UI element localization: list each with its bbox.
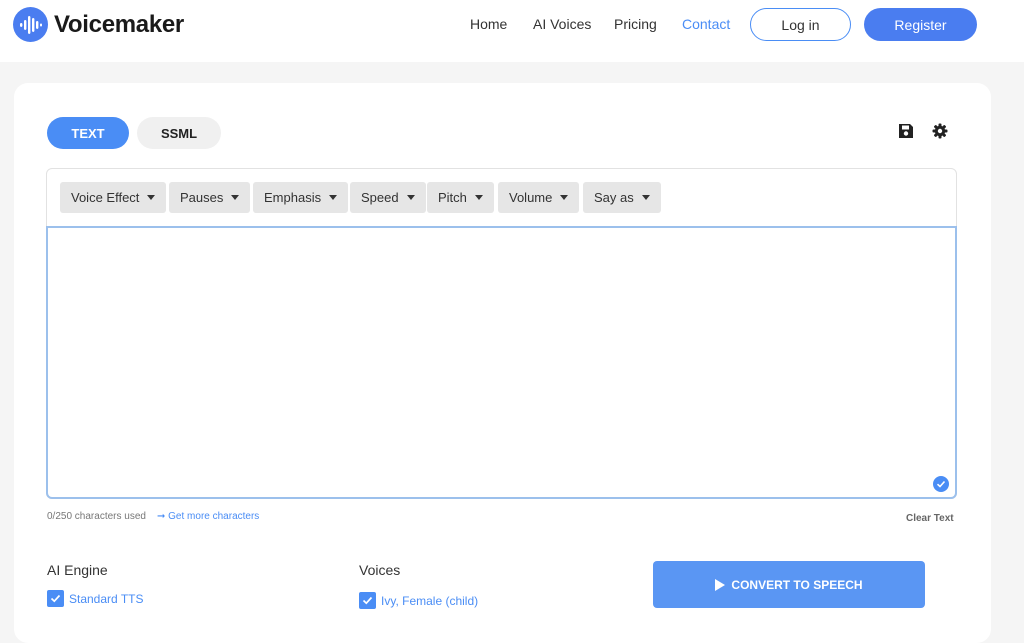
chevron-down-icon	[231, 195, 240, 200]
convert-label: CONVERT TO SPEECH	[731, 577, 863, 592]
character-count: 0/250 characters used	[47, 511, 146, 522]
nav-pricing[interactable]: Pricing	[614, 16, 657, 32]
volume-dropdown[interactable]: Volume	[498, 182, 580, 213]
logo[interactable]: Voicemaker	[13, 7, 184, 42]
pitch-dropdown[interactable]: Pitch	[427, 182, 494, 213]
say-as-label: Say as	[594, 190, 634, 205]
checkbox-checked-icon[interactable]	[47, 590, 64, 607]
volume-label: Volume	[509, 190, 553, 205]
logo-waveform-icon	[13, 7, 48, 42]
nav-home[interactable]: Home	[470, 16, 507, 32]
play-icon	[715, 578, 726, 591]
pitch-label: Pitch	[438, 190, 467, 205]
emphasis-dropdown[interactable]: Emphasis	[253, 182, 349, 213]
speed-label: Speed	[361, 190, 399, 205]
check-circle-icon	[933, 476, 949, 492]
save-icon[interactable]	[898, 123, 916, 141]
tab-ssml[interactable]: SSML	[137, 117, 221, 149]
pauses-label: Pauses	[180, 190, 224, 205]
login-button[interactable]: Log in	[750, 8, 851, 41]
chevron-down-icon	[474, 195, 483, 200]
chevron-down-icon	[329, 195, 338, 200]
voices-label: Voices	[359, 562, 401, 578]
nav-contact[interactable]: Contact	[682, 16, 730, 32]
speed-dropdown[interactable]: Speed	[350, 182, 426, 213]
clear-text-button[interactable]: Clear Text	[906, 513, 954, 524]
editor-card: TEXT SSML Voice Effect Pauses Emphasis S…	[14, 83, 991, 643]
pauses-dropdown[interactable]: Pauses	[169, 182, 251, 213]
voice-effect-dropdown[interactable]: Voice Effect	[60, 182, 167, 213]
voice-effect-label: Voice Effect	[71, 190, 140, 205]
text-input-area[interactable]	[46, 226, 957, 499]
nav-ai-voices[interactable]: AI Voices	[533, 16, 591, 32]
convert-to-speech-button[interactable]: CONVERT TO SPEECH	[653, 561, 925, 608]
gear-icon[interactable]	[932, 123, 950, 141]
register-button[interactable]: Register	[864, 8, 977, 41]
top-navbar: Voicemaker Home AI Voices Pricing Contac…	[0, 0, 1024, 62]
say-as-dropdown[interactable]: Say as	[583, 182, 661, 213]
tab-text[interactable]: TEXT	[47, 117, 129, 149]
voice-option-label: Ivy, Female (child)	[381, 593, 479, 608]
chevron-down-icon	[641, 195, 650, 200]
voice-option-ivy[interactable]: Ivy, Female (child)	[359, 592, 478, 609]
engine-option-label: Standard TTS	[69, 591, 144, 606]
engine-option-standard-tts[interactable]: Standard TTS	[47, 590, 143, 607]
ssml-toolbar: Voice Effect Pauses Emphasis Speed Pitch…	[47, 169, 956, 227]
brand-name: Voicemaker	[54, 10, 184, 38]
chevron-down-icon	[560, 195, 569, 200]
ai-engine-label: AI Engine	[47, 562, 108, 578]
text-editor: Voice Effect Pauses Emphasis Speed Pitch…	[46, 168, 957, 499]
checkbox-checked-icon[interactable]	[359, 592, 376, 609]
chevron-down-icon	[147, 195, 156, 200]
emphasis-label: Emphasis	[264, 190, 322, 205]
get-more-characters-link[interactable]: ➞ Get more characters	[157, 511, 259, 522]
chevron-down-icon	[406, 195, 415, 200]
